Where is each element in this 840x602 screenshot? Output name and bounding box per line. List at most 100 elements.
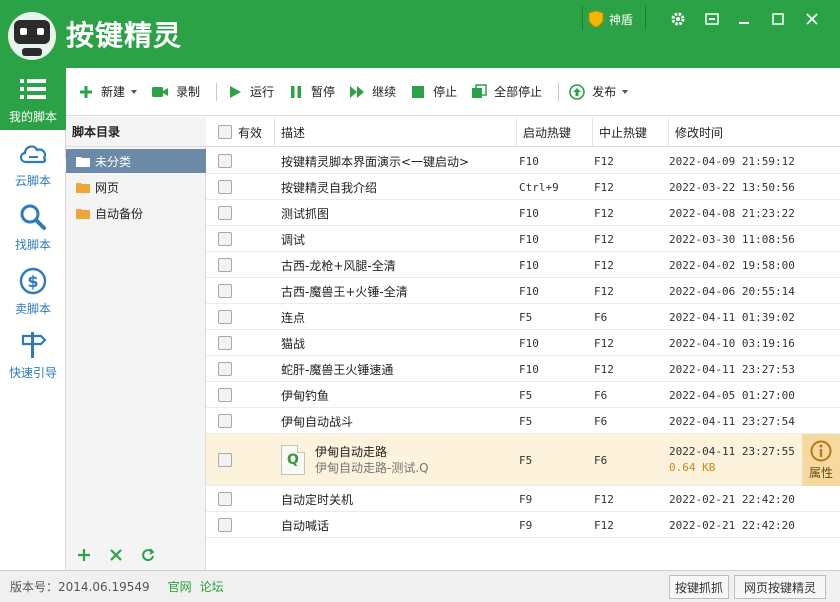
row-checkbox[interactable] (218, 284, 232, 298)
stop-all-button[interactable]: 全部停止 (471, 77, 550, 107)
stop-button[interactable]: 停止 (410, 77, 465, 107)
row-stop-hotkey: F12 (594, 180, 614, 194)
title-divider (582, 6, 583, 30)
row-checkbox[interactable] (218, 362, 232, 376)
skin-button[interactable] (700, 8, 724, 30)
table-row-selected[interactable]: Q 伊甸自动走路 伊甸自动走路-测试.Q F5 F6 2022-04-11 23:27:5… (206, 434, 840, 486)
toolbar-divider (216, 82, 218, 101)
row-checkbox[interactable] (218, 453, 232, 467)
properties-button[interactable]: 属性 (802, 434, 840, 486)
row-desc: 古西-魔兽王+火锤-全清 (281, 284, 408, 299)
col-enabled[interactable]: 有效 (206, 117, 274, 147)
folder-icon (76, 182, 90, 193)
select-all-checkbox[interactable] (218, 125, 232, 139)
row-checkbox-cell (218, 174, 232, 200)
toolbar-divider (558, 82, 560, 101)
row-checkbox[interactable] (218, 388, 232, 402)
table-row[interactable]: 伊甸自动战斗 F5 F6 2022-04-11 23:27:54 (206, 408, 840, 434)
col-start-hotkey[interactable]: 启动热键 (516, 117, 592, 147)
settings-button[interactable] (666, 8, 690, 30)
table-row[interactable]: 猫战 F10 F12 2022-04-10 03:19:16 (206, 330, 840, 356)
publish-button[interactable]: 发布 (569, 77, 636, 107)
forum-link[interactable]: 论坛 (200, 578, 224, 595)
row-checkbox[interactable] (218, 154, 232, 168)
nav-quick-guide[interactable]: 快速引导 (0, 324, 66, 386)
folder-item[interactable]: 未分类 (66, 149, 206, 173)
row-start-hotkey: F10 (519, 258, 539, 272)
table-row[interactable]: 按键精灵脚本界面演示<一键启动> F10 F12 2022-04-09 21:59:1… (206, 148, 840, 174)
row-checkbox-cell (218, 356, 232, 382)
row-checkbox[interactable] (218, 232, 232, 246)
nav-sell-scripts[interactable]: $ 卖脚本 (0, 260, 66, 322)
official-site-link[interactable]: 官网 (168, 578, 192, 595)
folder-item[interactable]: 自动备份 (66, 201, 206, 225)
row-modified: 2022-04-11 23:27:53 (669, 362, 795, 376)
nav-label: 卖脚本 (14, 301, 51, 316)
refresh-folder-button[interactable] (140, 547, 156, 563)
signpost-icon (21, 331, 47, 358)
play-icon (230, 85, 242, 98)
table-row[interactable]: 古西-龙枪+风腿-全清 F10 F12 2022-04-02 19:58:00 (206, 252, 840, 278)
row-checkbox[interactable] (218, 492, 232, 506)
minimize-icon (739, 22, 749, 24)
stop-icon (412, 85, 425, 98)
row-modified: 2022-04-06 20:55:14 (669, 284, 795, 298)
close-button[interactable] (800, 8, 824, 30)
row-stop-hotkey: F12 (594, 206, 614, 220)
folder-item[interactable]: 网页 (66, 175, 206, 199)
new-label: 新建 (101, 85, 126, 99)
row-start-hotkey: F9 (519, 518, 533, 532)
row-modified: 2022-04-09 21:59:12 (669, 154, 795, 168)
col-desc[interactable]: 描述 (274, 117, 516, 147)
table-row[interactable]: 自动定时关机 F9 F12 2022-02-21 22:42:20 (206, 486, 840, 512)
row-checkbox[interactable] (218, 310, 232, 324)
row-modified: 2022-02-21 22:42:20 (669, 518, 795, 532)
table-row[interactable]: 蛇肝-魔兽王火锤速通 F10 F12 2022-04-11 23:27:53 (206, 356, 840, 382)
row-modified: 2022-03-30 11:08:56 (669, 232, 795, 246)
pause-icon (291, 85, 302, 98)
table-row[interactable]: 连点 F5 F6 2022-04-11 01:39:02 (206, 304, 840, 330)
row-checkbox[interactable] (218, 518, 232, 532)
table-row[interactable]: 调试 F10 F12 2022-03-30 11:08:56 (206, 226, 840, 252)
table-row[interactable]: 测试抓图 F10 F12 2022-04-08 21:23:22 (206, 200, 840, 226)
table-row[interactable]: 古西-魔兽王+火锤-全清 F10 F12 2022-04-06 20:55:14 (206, 278, 840, 304)
table-row[interactable]: 自动喊话 F9 F12 2022-02-21 22:42:20 (206, 512, 840, 538)
row-desc: 按键精灵脚本界面演示<一键启动> (281, 154, 470, 169)
add-folder-button[interactable] (76, 547, 92, 563)
capture-tool-button[interactable]: 按键抓抓 (669, 575, 729, 599)
row-stop-hotkey: F6 (594, 310, 608, 324)
row-checkbox[interactable] (218, 336, 232, 350)
run-button[interactable]: 运行 (227, 77, 282, 107)
row-checkbox[interactable] (218, 206, 232, 220)
row-start-hotkey: Ctrl+9 (519, 180, 559, 194)
folder-icon (76, 156, 90, 167)
row-checkbox-cell (218, 148, 232, 174)
nav-my-scripts[interactable]: 我的脚本 (0, 68, 66, 130)
col-stop-hotkey[interactable]: 中止热键 (592, 117, 668, 147)
row-stop-hotkey: F12 (594, 336, 614, 350)
shield-button[interactable]: 神盾 (588, 10, 633, 28)
table-row[interactable]: 伊甸钓鱼 F5 F6 2022-04-05 01:27:00 (206, 382, 840, 408)
minimize-button[interactable] (732, 8, 756, 30)
maximize-button[interactable] (766, 8, 790, 30)
row-checkbox[interactable] (218, 180, 232, 194)
record-button[interactable]: 录制 (151, 77, 208, 107)
col-modified[interactable]: 修改时间 (668, 117, 840, 147)
nav-label: 快速引导 (8, 365, 57, 380)
new-button[interactable]: 新建 (78, 77, 145, 107)
row-checkbox-cell (218, 486, 232, 512)
version-label: 版本号：2014.06.19549 (10, 580, 150, 594)
table-row[interactable]: 按键精灵自我介绍 Ctrl+9 F12 2022-03-22 13:50:56 (206, 174, 840, 200)
row-checkbox[interactable] (218, 414, 232, 428)
row-checkbox-cell (218, 252, 232, 278)
pause-button[interactable]: 暂停 (288, 77, 343, 107)
nav-cloud-scripts[interactable]: 云脚本 (0, 132, 66, 194)
row-desc: 自动定时关机 (281, 492, 354, 507)
delete-folder-button[interactable] (108, 547, 124, 563)
folder-panel: 脚本目录 未分类 网页 自动备份 (66, 117, 206, 570)
web-keysprite-button[interactable]: 网页按键精灵 (734, 575, 826, 599)
col-enabled-label: 有效 (238, 125, 263, 140)
row-checkbox[interactable] (218, 258, 232, 272)
resume-button[interactable]: 继续 (349, 77, 404, 107)
nav-find-scripts[interactable]: 找脚本 (0, 196, 66, 258)
